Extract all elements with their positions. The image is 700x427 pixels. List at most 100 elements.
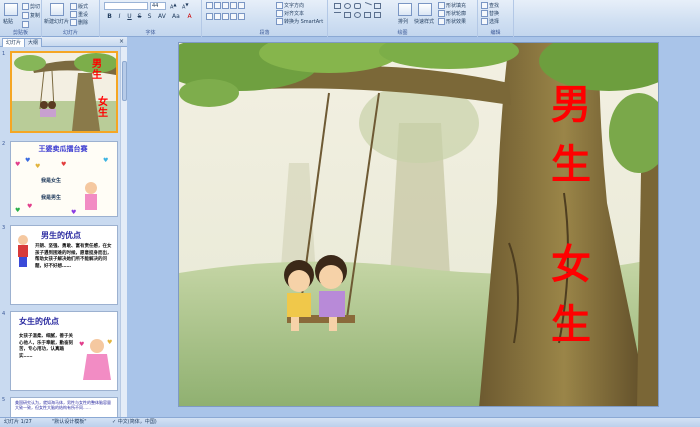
italic-button[interactable]: I <box>116 13 123 20</box>
layout-icon <box>70 3 77 10</box>
shape-fill-button[interactable]: 形状填充 <box>438 2 466 9</box>
select-button[interactable]: 选择 <box>481 18 499 25</box>
callout-shape-icon[interactable] <box>374 12 381 18</box>
fill-bucket-icon <box>438 2 445 9</box>
triangle-shape-icon[interactable] <box>374 3 381 9</box>
slide-text-male-top[interactable]: 男 <box>551 83 591 127</box>
bold-button[interactable]: B <box>106 13 113 20</box>
panel-tabs: 幻灯片 大纲 × <box>0 37 127 47</box>
strikethrough-button[interactable]: S <box>136 13 143 20</box>
replace-button[interactable]: 替换 <box>481 10 499 17</box>
change-case-button[interactable]: Aa <box>172 13 180 20</box>
tab-outline[interactable]: 大纲 <box>24 38 43 47</box>
copy-button[interactable]: 复制 <box>22 12 40 19</box>
slide-text-female-top[interactable]: 女 <box>551 243 591 287</box>
font-family-combo[interactable] <box>104 2 148 10</box>
scrollbar-thumb[interactable] <box>122 61 127 101</box>
quick-styles-button[interactable]: 快速样式 <box>414 18 434 25</box>
tab-slides[interactable]: 幻灯片 <box>2 38 26 47</box>
copy-icon <box>22 12 29 19</box>
thumb4-title: 女生的优点 <box>19 317 59 326</box>
slide-thumbnail-4[interactable]: 女生的优点 女孩子温柔、细腻，善于关心他人，乐于奉献，勤奋刻苦，专心用功，认真踏… <box>10 311 118 391</box>
font-size-combo[interactable]: 44 <box>150 2 166 10</box>
font-label: 字体 <box>145 30 156 36</box>
svg-text:♥: ♥ <box>35 163 40 170</box>
status-bar: 幻灯片 1/27 "默认设计模板" ✓ 中文(简体，中国) <box>0 417 700 427</box>
slide-counter: 幻灯片 1/27 <box>4 419 32 425</box>
svg-text:♥: ♥ <box>15 161 20 168</box>
arrow-shape-icon[interactable] <box>334 12 341 18</box>
drawing-label: 绘图 <box>397 30 408 36</box>
decrease-indent-icon <box>222 2 229 9</box>
svg-text:♥: ♥ <box>25 157 30 164</box>
star-shape-icon[interactable] <box>344 12 351 18</box>
slide-text-female-bottom[interactable]: 生 <box>551 303 591 347</box>
increase-indent-icon <box>230 2 237 9</box>
align-right-icon <box>222 13 229 20</box>
thumb5-body: 美国研究认为，就如海马体，男性与女性的整体脑容量大致一致，但女性大脑的结构有所不… <box>15 400 111 410</box>
align-text-icon <box>276 10 283 17</box>
rounded-rect-shape-icon[interactable] <box>354 3 361 9</box>
spellcheck-icon: ✓ <box>112 419 117 425</box>
quick-styles-icon[interactable] <box>418 3 432 16</box>
shape-effects-button[interactable]: 形状效果 <box>438 18 466 25</box>
rectangle-shape-icon[interactable] <box>334 3 341 9</box>
panel-close-icon[interactable]: × <box>119 38 124 45</box>
shape-outline-button[interactable]: 形状轮廓 <box>438 10 466 17</box>
panel-scrollbar[interactable] <box>120 47 127 417</box>
font-group: 44 A▲ A▼ B I U S S AV Aa A 字体 <box>100 0 202 37</box>
thumb-number: 1 <box>2 51 6 57</box>
grow-font-button[interactable]: A▲ <box>170 2 177 11</box>
new-slide-button[interactable]: 新建幻灯片 <box>44 18 69 25</box>
text-direction-button[interactable]: 文字方向 <box>276 2 304 9</box>
language-indicator[interactable]: ✓ 中文(简体，中国) <box>112 418 157 427</box>
new-slide-icon[interactable] <box>50 3 64 16</box>
thumb4-body: 女孩子温柔、细腻，善于关心他人，乐于奉献，勤奋刻苦，专心用功，认真踏实…… <box>19 334 73 359</box>
arrange-button[interactable]: 排列 <box>398 18 408 25</box>
thumb-text-male: 男生 <box>92 59 102 81</box>
line-shape-icon[interactable] <box>363 1 372 11</box>
paste-icon[interactable] <box>4 3 18 16</box>
pen-icon <box>438 10 445 17</box>
thumb3-body: 开朗、坚强、勇敢、富有责任感，在女孩子遇到困难的时候，愿意挺身而出，帮助女孩子解… <box>35 244 112 269</box>
editing-label: 编辑 <box>490 30 501 36</box>
shrink-font-button[interactable]: A▼ <box>182 2 189 11</box>
cursor-icon <box>481 18 488 25</box>
replace-icon <box>481 10 488 17</box>
slide-thumbnail-5[interactable]: 美国研究认为，就如海马体，男性与女性的整体脑容量大致一致，但女性大脑的结构有所不… <box>10 397 118 419</box>
curve-shape-icon[interactable] <box>354 12 361 18</box>
girl-figure-icon: ♥ ♥ <box>79 339 112 380</box>
slides-group: 新建幻灯片 版式 重设 删除 幻灯片 <box>42 0 100 37</box>
underline-button[interactable]: U <box>126 13 133 20</box>
oval-shape-icon[interactable] <box>344 3 351 9</box>
slide-thumbnail-2[interactable]: 王婆卖瓜擂台赛 我是女生 我是男生 ♥ ♥ ♥ ♥ ♥ ♥ ♥ ♥ <box>10 141 118 217</box>
arrange-icon[interactable] <box>398 3 412 16</box>
brush-icon <box>22 21 29 28</box>
reset-icon <box>70 11 77 18</box>
bullets-button[interactable] <box>206 2 246 9</box>
shadow-button[interactable]: S <box>146 13 153 20</box>
align-buttons[interactable] <box>206 13 246 20</box>
find-button[interactable]: 查找 <box>481 2 499 9</box>
slide-canvas[interactable]: 男 生 女 生 <box>178 42 659 407</box>
text-direction-icon <box>276 2 283 9</box>
delete-slide-button[interactable]: 删除 <box>70 19 88 26</box>
reset-button[interactable]: 重设 <box>70 11 88 18</box>
boy-figure-icon <box>18 235 28 267</box>
slide-text-male-bottom[interactable]: 生 <box>551 143 591 187</box>
theme-name: "默认设计模板" <box>52 419 87 425</box>
editing-group: 查找 替换 选择 编辑 <box>478 0 514 37</box>
paste-button[interactable]: 粘贴 <box>3 18 13 25</box>
slide-thumbnail-1[interactable]: 男生 女生 <box>10 51 118 133</box>
ribbon: 粘贴 剪切 复制 剪贴板 新建幻灯片 版式 重设 删除 幻灯片 44 A▲ A▼… <box>0 0 700 37</box>
brace-shape-icon[interactable] <box>364 12 371 18</box>
format-painter-button[interactable] <box>22 21 30 28</box>
slide-thumbnail-3[interactable]: 男生的优点 开朗、坚强、勇敢、富有责任感，在女孩子遇到困难的时候，愿意挺身而出，… <box>10 225 118 305</box>
layout-button[interactable]: 版式 <box>70 3 88 10</box>
smartart-button[interactable]: 转换为 SmartArt <box>276 18 323 25</box>
cut-button[interactable]: 剪切 <box>22 3 40 10</box>
align-text-button[interactable]: 对齐文本 <box>276 10 304 17</box>
char-spacing-button[interactable]: AV <box>158 13 166 20</box>
font-color-button[interactable]: A <box>186 13 193 20</box>
drawing-group: 排列 快速样式 形状填充 形状轮廓 形状效果 绘图 <box>328 0 478 37</box>
